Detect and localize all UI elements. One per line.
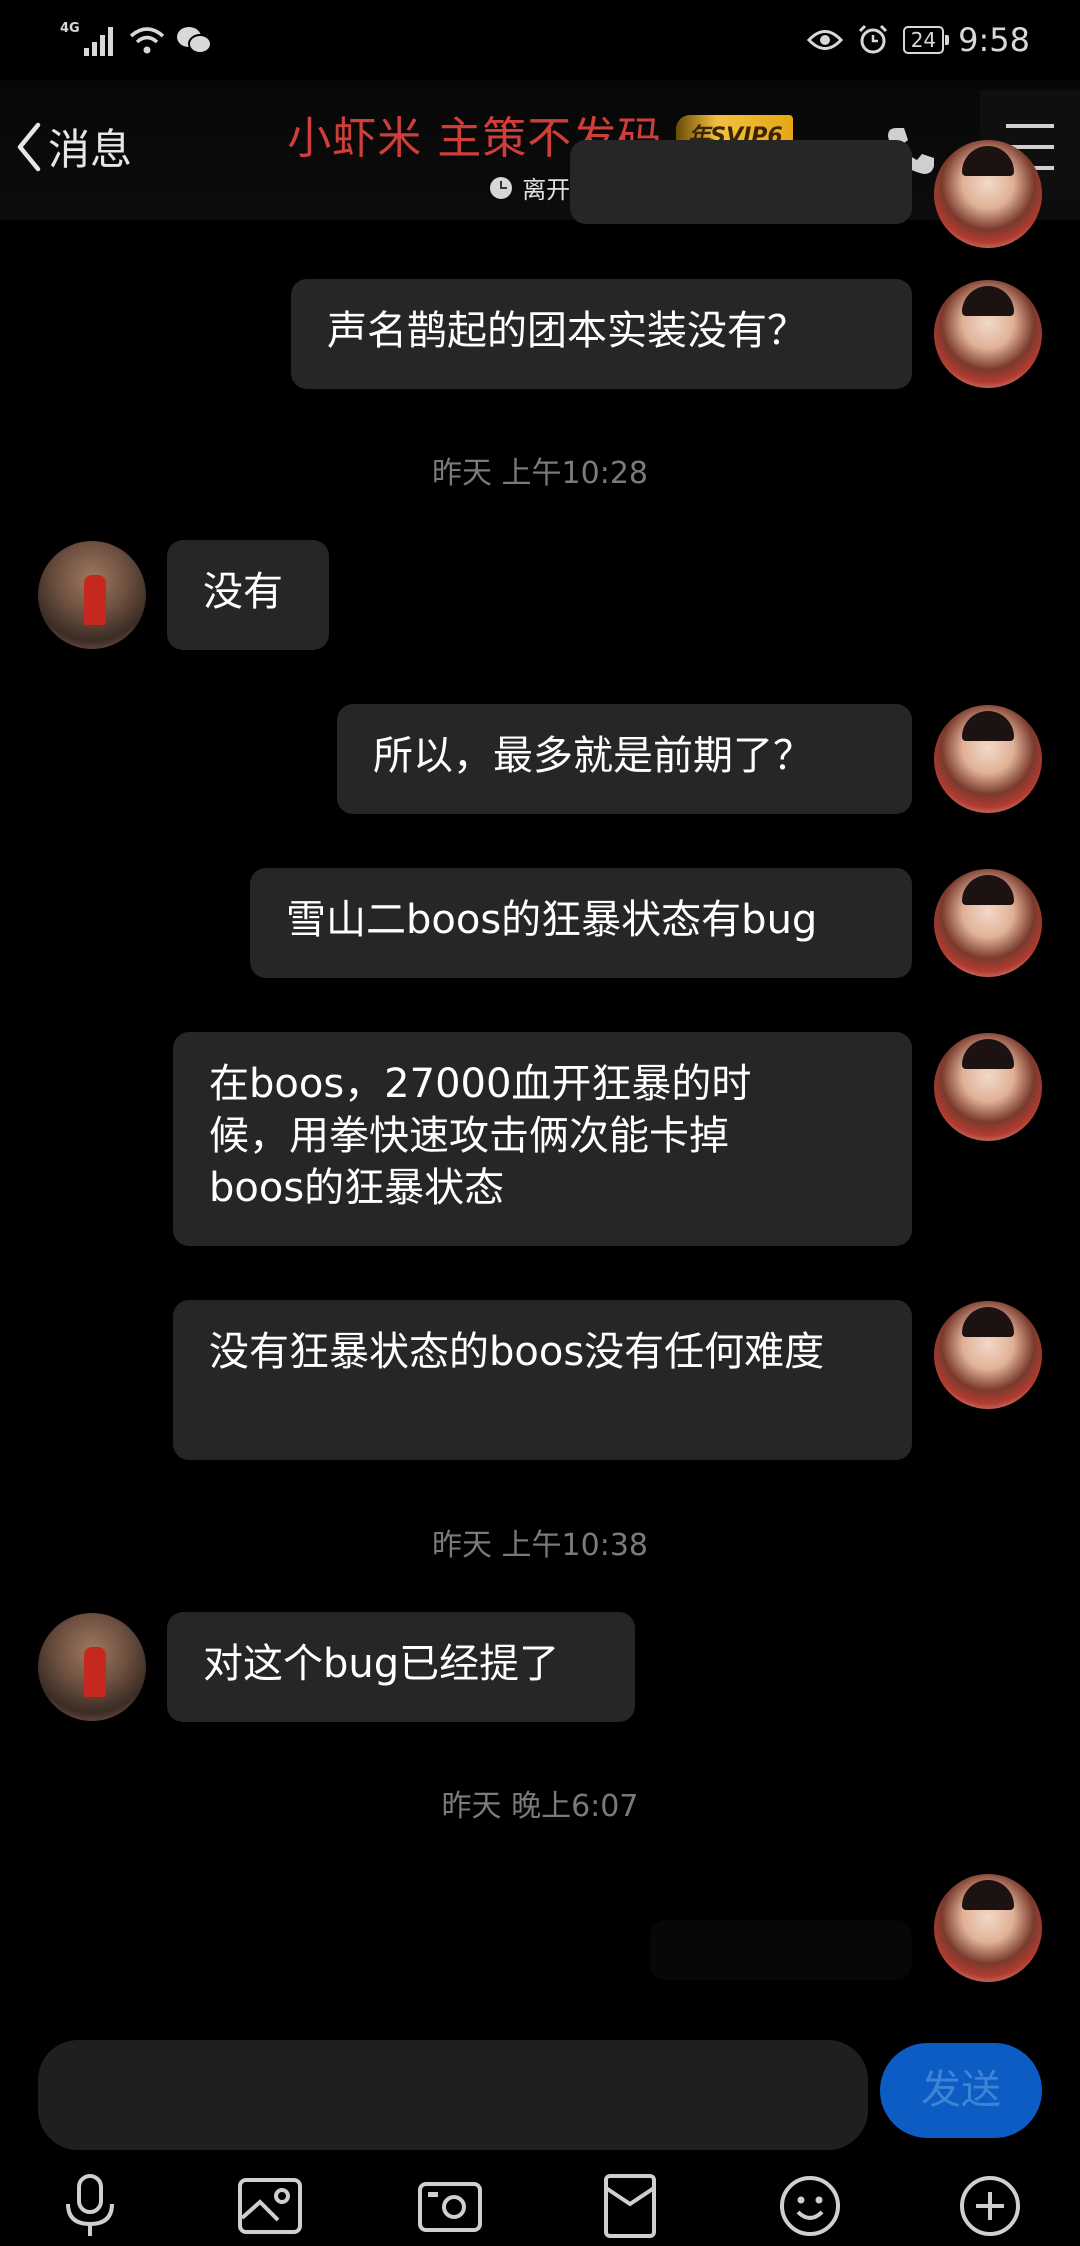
- self-avatar[interactable]: [934, 1301, 1042, 1409]
- alarm-icon: [858, 24, 887, 54]
- emoji-button[interactable]: [774, 2170, 846, 2242]
- contact-avatar[interactable]: [38, 1613, 146, 1721]
- message-text: 雪山二boos的狂暴状态有bug: [286, 897, 818, 943]
- message-bubble[interactable]: 没有狂暴状态的boos没有任何难度: [173, 1300, 912, 1460]
- self-avatar[interactable]: [934, 1874, 1042, 1982]
- status-right: 24 9:58: [806, 18, 1030, 62]
- emoji-icon: [780, 2176, 840, 2236]
- message-text: 没有狂暴状态的boos没有任何难度: [209, 1329, 825, 1375]
- eye-icon: [806, 30, 843, 50]
- message-bubble[interactable]: 在boos，27000血开狂暴的时候，用拳快速攻击俩次能卡掉boos的狂暴状态: [173, 1032, 912, 1246]
- timestamp: 昨天 上午10:28: [432, 456, 648, 491]
- battery-indicator: 24: [902, 26, 950, 54]
- away-clock-icon: [490, 176, 513, 199]
- red-packet-button[interactable]: [594, 2170, 666, 2242]
- message-bubble[interactable]: 没有: [167, 540, 329, 650]
- chat-header: 消息 小虾米 主策不发码 年SVIP6 离开 ›: [0, 80, 1080, 220]
- signal-icon: [83, 27, 113, 56]
- wifi-icon: [129, 27, 164, 54]
- image-icon: [238, 2178, 302, 2234]
- self-avatar[interactable]: [934, 280, 1042, 388]
- message-list[interactable]: 声名鹊起的团本实装没有？ 昨天 上午10:28 没有 所以，最多就是前期了？ 雪…: [0, 140, 1080, 2000]
- timestamp: 昨天 上午10:38: [432, 1528, 648, 1563]
- message-bubble[interactable]: 所以，最多就是前期了？: [337, 704, 912, 814]
- contact-avatar[interactable]: [38, 541, 146, 649]
- plus-icon: [960, 2176, 1020, 2236]
- camera-icon: [418, 2182, 482, 2232]
- self-avatar[interactable]: [934, 869, 1042, 977]
- partial-message-bubble[interactable]: [570, 140, 912, 224]
- red-packet-icon: [604, 2174, 656, 2238]
- message-text: 所以，最多就是前期了？: [373, 733, 813, 779]
- message-text: 对这个bug已经提了: [203, 1641, 560, 1687]
- send-button[interactable]: 发送: [880, 2043, 1042, 2138]
- message-bubble[interactable]: 对这个bug已经提了: [167, 1612, 635, 1722]
- more-button[interactable]: [954, 2170, 1026, 2242]
- timestamp: 昨天 晚上6:07: [441, 1789, 639, 1824]
- clock-time: 9:58: [958, 21, 1030, 59]
- photo-button[interactable]: [234, 2170, 306, 2242]
- status-left: 4G: [60, 18, 212, 62]
- self-avatar[interactable]: [934, 1033, 1042, 1141]
- self-avatar[interactable]: [934, 140, 1042, 248]
- composer-toolbar: [0, 2160, 1080, 2244]
- status-bar: 4G 24 9:58: [0, 0, 1080, 80]
- microphone-icon: [66, 2174, 114, 2236]
- self-avatar[interactable]: [934, 705, 1042, 813]
- network-type: 4G: [60, 20, 80, 36]
- message-text: 声名鹊起的团本实装没有？: [327, 308, 807, 354]
- wechat-icon: [176, 27, 212, 54]
- voice-input-button[interactable]: [54, 2170, 126, 2242]
- message-bubble[interactable]: 声名鹊起的团本实装没有？: [291, 279, 912, 389]
- image-message-placeholder[interactable]: [650, 1920, 912, 1980]
- message-input[interactable]: [38, 2040, 868, 2150]
- camera-button[interactable]: [414, 2170, 486, 2242]
- message-text: 在boos，27000血开狂暴的时候，用拳快速攻击俩次能卡掉boos的狂暴状态: [209, 1061, 752, 1211]
- message-text: 没有: [203, 569, 283, 615]
- message-bubble[interactable]: 雪山二boos的狂暴状态有bug: [250, 868, 912, 978]
- composer: 发送: [0, 2010, 1080, 2244]
